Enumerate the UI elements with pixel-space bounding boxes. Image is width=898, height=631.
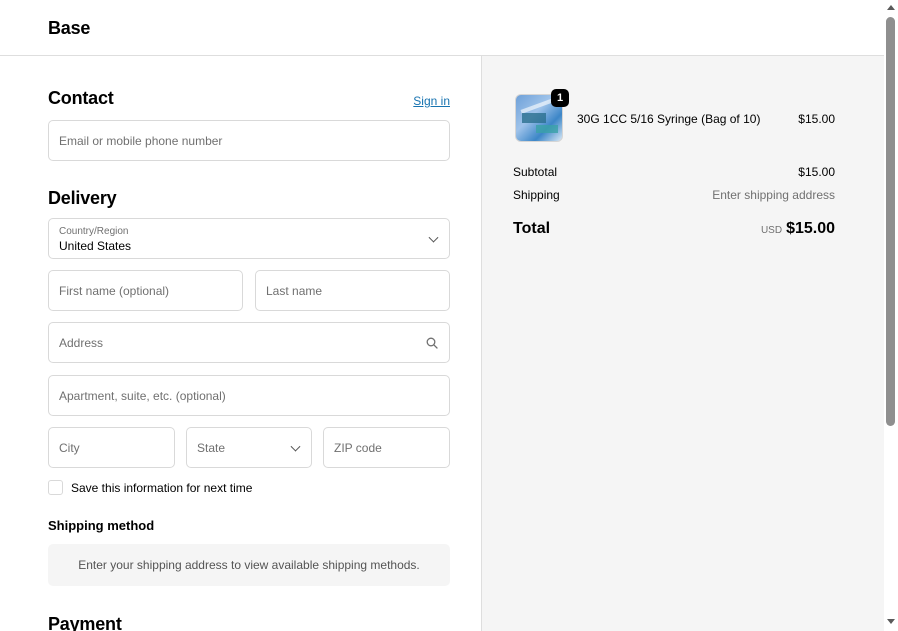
delivery-title: Delivery [48,188,117,208]
scroll-up-arrow-icon[interactable] [887,5,895,10]
shipping-method-notice: Enter your shipping address to view avai… [78,558,420,572]
save-info-label[interactable]: Save this information for next time [71,481,252,495]
address-placeholder: Address [59,335,104,350]
chevron-down-icon [290,441,301,452]
zip-placeholder: ZIP code [334,440,382,455]
apartment-placeholder: Apartment, suite, etc. (optional) [59,388,226,403]
address-field[interactable]: Address [48,322,450,363]
country-value: United States [59,239,132,253]
shipping-method-notice-box: Enter your shipping address to view avai… [48,544,450,586]
last-name-placeholder: Last name [266,283,323,298]
email-placeholder: Email or mobile phone number [59,133,223,148]
payment-title: Payment [48,614,122,631]
city-placeholder: City [59,440,80,455]
first-name-field[interactable]: First name (optional) [48,270,243,311]
first-name-placeholder: First name (optional) [59,283,170,298]
last-name-field[interactable]: Last name [255,270,450,311]
shipping-method-title: Shipping method [48,518,155,533]
chevron-down-icon [428,232,439,243]
total-amount: USD $15.00 [761,220,835,238]
total-value: $15.00 [786,220,835,237]
brand-logo[interactable]: Base [48,18,90,39]
shipping-label: Shipping [513,188,560,202]
email-field[interactable]: Email or mobile phone number [48,120,450,161]
total-label: Total [513,220,551,237]
zip-field[interactable]: ZIP code [323,427,450,468]
product-price: $15.00 [798,112,835,126]
subtotal-value: $15.00 [798,165,835,179]
product-name: 30G 1CC 5/16 Syringe (Bag of 10) [577,112,761,126]
scroll-down-arrow-icon[interactable] [887,619,895,624]
order-summary: 1 30G 1CC 5/16 Syringe (Bag of 10) $15.0… [481,56,884,631]
scrollbar[interactable] [884,0,898,631]
quantity-badge: 1 [551,89,569,107]
contact-title: Contact [48,88,114,108]
apartment-field[interactable]: Apartment, suite, etc. (optional) [48,375,450,416]
scrollbar-thumb[interactable] [886,17,895,426]
header: Base [0,0,884,56]
state-placeholder: State [197,440,226,455]
city-field[interactable]: City [48,427,175,468]
subtotal-label: Subtotal [513,165,558,179]
sign-in-link[interactable]: Sign in [413,94,450,108]
country-select[interactable]: Country/Region United States [48,218,450,259]
total-currency: USD [760,225,783,236]
save-info-checkbox[interactable] [48,480,63,495]
shipping-value: Enter shipping address [712,188,835,202]
checkout-form: Contact Sign in Email or mobile phone nu… [0,56,481,631]
state-select[interactable]: State [186,427,312,468]
search-icon [426,337,438,349]
country-label: Country/Region [59,226,129,237]
